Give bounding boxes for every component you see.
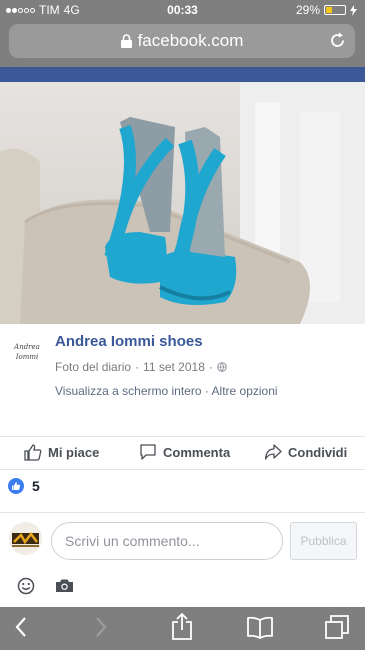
globe-icon [217, 362, 227, 372]
meta-separator-2: · [208, 360, 213, 374]
author-name[interactable]: Andrea Iommi shoes [55, 333, 203, 350]
like-button[interactable]: Mi piace [24, 443, 99, 461]
comment-label: Commenta [163, 444, 231, 460]
share-button[interactable]: Condividi [264, 443, 347, 461]
facebook-header-strip [0, 67, 365, 82]
page-logo[interactable]: Andrea Iommi [8, 342, 46, 366]
comment-placeholder: Scrivi un commento... [65, 533, 200, 549]
share-icon[interactable] [171, 612, 193, 640]
publish-button[interactable]: Pubblica [290, 522, 357, 560]
view-fullscreen-link[interactable]: Visualizza a schermo intero [55, 384, 202, 398]
address-bar[interactable]: facebook.com [9, 24, 355, 58]
more-options-link[interactable]: Altre opzioni [212, 384, 278, 398]
tabs-icon[interactable] [324, 614, 350, 640]
user-avatar [9, 522, 42, 555]
logo-text: Andrea Iommi [14, 343, 40, 361]
lock-icon [120, 34, 132, 48]
comment-composer: Scrivi un commento... Pubblica [0, 512, 365, 607]
emoji-icon[interactable] [17, 577, 35, 595]
reactions-summary[interactable]: 5 [8, 478, 40, 494]
reload-icon[interactable] [329, 32, 346, 49]
thumbs-up-icon [24, 444, 42, 461]
comment-bubble-icon [140, 444, 156, 460]
meta-separator: · [135, 360, 140, 374]
bookmarks-icon[interactable] [246, 615, 274, 639]
comment-input[interactable]: Scrivi un commento... [51, 522, 283, 560]
charging-bolt-icon [350, 4, 357, 16]
post-date[interactable]: 11 set 2018 [143, 360, 205, 374]
reaction-count: 5 [32, 478, 40, 494]
post-photo[interactable] [0, 82, 365, 324]
forward-icon[interactable] [94, 615, 108, 639]
back-icon[interactable] [14, 615, 28, 639]
comment-button[interactable]: Commenta [139, 443, 230, 461]
share-label: Condividi [288, 444, 348, 460]
like-label: Mi piace [48, 444, 100, 460]
share-arrow-icon [264, 444, 282, 460]
status-right: 29% [296, 3, 357, 17]
shoes-photo-illustration [0, 82, 365, 324]
like-reaction-icon [8, 478, 24, 494]
browser-toolbar [0, 607, 365, 650]
camera-icon[interactable] [55, 578, 74, 593]
status-bar: TIM 4G 00:33 29% [0, 0, 365, 20]
post-source[interactable]: Foto del diario [55, 360, 131, 374]
battery-percent: 29% [295, 3, 320, 17]
post-meta: Foto del diario · 11 set 2018 · [55, 360, 227, 374]
browser-chrome: facebook.com [0, 20, 365, 67]
battery-icon [324, 5, 346, 15]
url-text: facebook.com [137, 31, 244, 50]
links-separator: · [204, 384, 209, 398]
post-actions-bar: Mi piace Commenta Condividi [0, 436, 365, 470]
post-header: Andrea Iommi Andrea Iommi shoes Foto del… [0, 324, 365, 434]
post-links: Visualizza a schermo intero · Altre opzi… [55, 384, 278, 398]
